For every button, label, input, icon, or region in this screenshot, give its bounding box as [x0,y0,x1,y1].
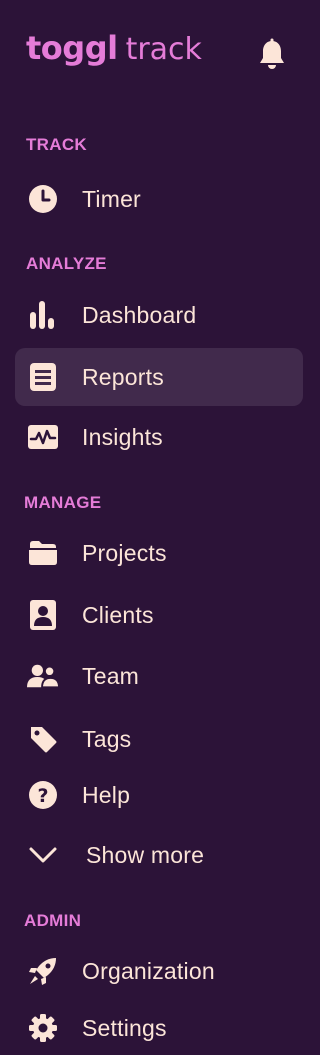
nav-label-insights: Insights [82,423,163,450]
section-label-analyze: ANALYZE [26,254,107,273]
nav-label-reports: Reports [82,363,164,390]
chevron-down-icon [27,839,59,871]
nav-item-clients[interactable]: Clients [15,586,303,644]
nav-label-timer: Timer [82,185,141,212]
clock-icon [27,183,59,215]
nav-item-insights[interactable]: Insights [15,408,303,466]
toggl-track-logo[interactable]: toggl track [26,26,202,70]
nav-label-clients: Clients [82,601,154,628]
section-label-track: TRACK [26,135,87,154]
nav-item-tags[interactable]: Tags [15,710,303,768]
nav-label-show-more: Show more [86,841,205,868]
team-people-icon [27,660,59,692]
question-circle-icon: ? [27,779,59,811]
section-label-manage: MANAGE [24,493,102,512]
svg-text:?: ? [37,785,48,807]
logo-wordmark-toggl: toggl [26,29,118,67]
nav-item-help[interactable]: ? Help [15,766,303,824]
section-label-admin: ADMIN [24,911,82,930]
nav-item-team[interactable]: Team [15,647,303,705]
nav-item-organization[interactable]: Organization [15,942,303,1000]
tag-icon [27,723,59,755]
pulse-chart-icon [27,421,59,453]
client-contact-icon [27,599,59,631]
folder-icon [27,537,59,569]
nav-item-dashboard[interactable]: Dashboard [15,286,303,344]
logo-wordmark-track: track [125,32,202,67]
nav-label-help: Help [82,781,131,808]
nav-label-dashboard: Dashboard [82,301,197,328]
nav-label-organization: Organization [82,957,215,984]
nav-item-projects[interactable]: Projects [15,524,303,582]
nav-label-tags: Tags [82,725,132,752]
nav-label-projects: Projects [82,539,167,566]
nav-label-team: Team [82,662,140,689]
nav-label-settings: Settings [82,1014,167,1041]
show-more-toggle[interactable]: Show more [15,826,303,884]
nav-item-timer[interactable]: Timer [15,170,303,228]
report-list-icon [27,361,59,393]
bar-chart-icon [27,299,59,331]
nav-item-settings[interactable]: Settings [15,999,303,1055]
gear-icon [27,1012,59,1044]
bell-icon[interactable] [257,38,287,72]
rocket-icon [27,955,59,987]
sidebar: toggl track TRACK Timer ANALYZE Dashboar… [0,0,320,1055]
nav-item-reports[interactable]: Reports [15,348,303,406]
